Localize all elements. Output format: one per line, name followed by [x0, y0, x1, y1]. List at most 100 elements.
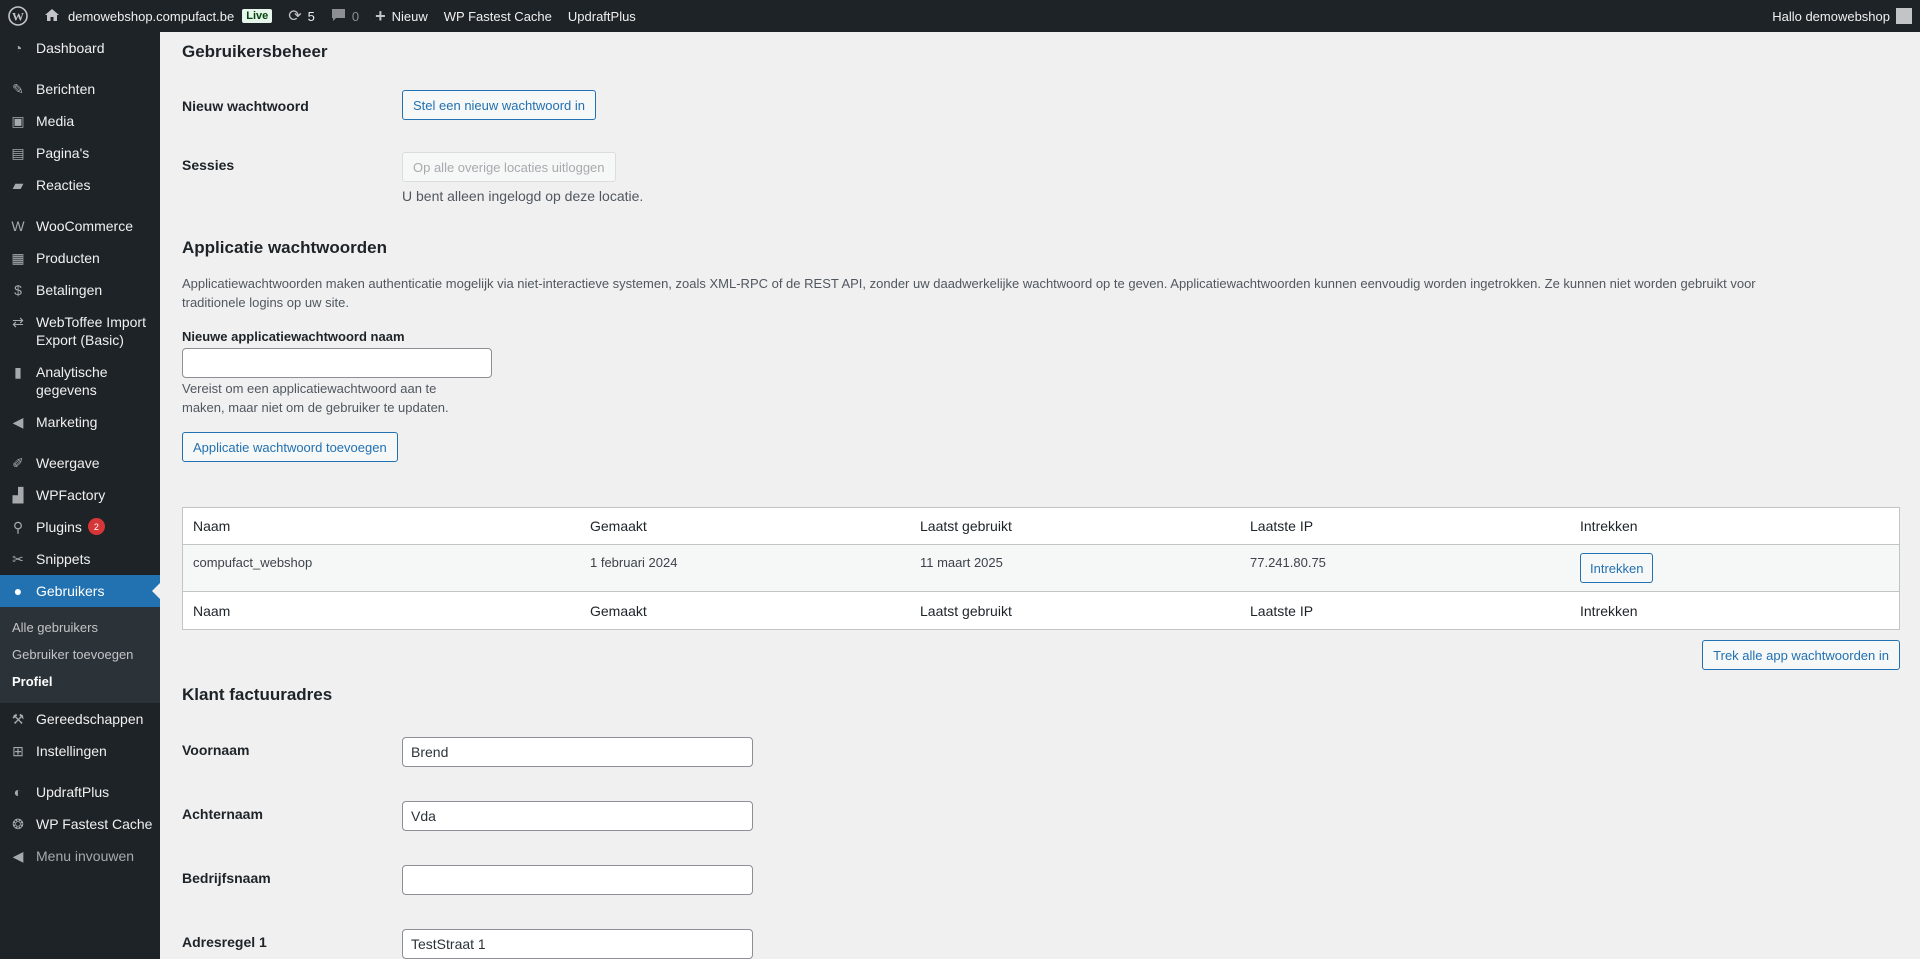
settings-icon: ⊞ [12, 743, 24, 759]
my-account-link[interactable]: Hallo demowebshop [1772, 8, 1920, 24]
column-header-name: Naam [193, 518, 231, 534]
menu-settings[interactable]: ⊞ Instellingen [0, 735, 160, 767]
plugin-icon: ⚲ [12, 519, 24, 535]
set-new-password-button[interactable]: Stel een nieuw wachtwoord in [402, 90, 596, 120]
svg-text:W: W [12, 10, 24, 24]
import-export-icon: ⇄ [12, 314, 24, 330]
column-footer-created: Gemaakt [590, 602, 647, 619]
address-line-1-input[interactable]: TestStraat 1 [402, 929, 753, 959]
column-header-last-ip: Laatste IP [1250, 518, 1314, 534]
comment-bubble-icon [331, 8, 346, 25]
address-line-1-label: Adresregel 1 [182, 934, 267, 950]
app-password-name-label: Nieuwe applicatiewachtwoord naam [182, 329, 405, 344]
menu-woocommerce[interactable]: W WooCommerce [0, 210, 160, 242]
site-name-link[interactable]: demowebshop.compufact.be Live [36, 0, 280, 32]
app-passwords-table: Naam Gemaakt Laatst gebruikt Laatste IP … [182, 507, 1900, 630]
comment-icon: ▰ [12, 177, 24, 193]
archive-icon: ▦ [11, 250, 25, 266]
greeting: Hallo demowebshop [1772, 8, 1890, 24]
menu-comments[interactable]: ▰ Reacties [0, 169, 160, 201]
company-input[interactable] [402, 865, 753, 895]
table-row: compufact_webshop 1 februari 2024 11 maa… [183, 545, 1899, 592]
factory-icon: ▟ [12, 487, 24, 503]
billing-address-title: Klant factuuradres [182, 685, 333, 704]
add-app-password-button[interactable]: Applicatie wachtwoord toevoegen [182, 432, 398, 462]
menu-marketing[interactable]: ◀ Marketing [0, 406, 160, 438]
new-password-label: Nieuw wachtwoord [182, 98, 309, 114]
comments-link[interactable]: 0 [323, 0, 367, 32]
comments-count: 0 [351, 8, 360, 24]
user-icon: ● [13, 583, 23, 599]
avatar [1896, 8, 1912, 24]
column-header-created: Gemaakt [590, 518, 647, 534]
menu-appearance[interactable]: ✐ Weergave [0, 447, 160, 479]
wordpress-logo-icon[interactable]: W [0, 0, 36, 32]
woocommerce-icon: W [11, 218, 25, 234]
wp-fastest-cache-link[interactable]: WP Fastest Cache [436, 0, 560, 32]
plus-icon: + [375, 5, 386, 26]
money-icon: $ [14, 282, 22, 298]
brush-icon: ✐ [12, 455, 24, 471]
logout-everywhere-button[interactable]: Op alle overige locaties uitloggen [402, 152, 616, 182]
menu-analytics[interactable]: ▮ Analytische gegevens [0, 356, 160, 406]
menu-products[interactable]: ▦ Producten [0, 242, 160, 274]
menu-dashboard[interactable]: ◔ Dashboard [0, 32, 160, 64]
first-name-input[interactable]: Brend [402, 737, 753, 767]
page-icon: ▤ [11, 145, 25, 161]
created-cell: 1 februari 2024 [590, 555, 678, 570]
column-footer-last-ip: Laatste IP [1250, 602, 1314, 619]
home-icon [44, 8, 60, 25]
app-password-name-input[interactable] [182, 348, 492, 378]
menu-plugins[interactable]: ⚲ Plugins 2 [0, 511, 160, 543]
pin-icon: ✎ [12, 81, 24, 97]
scissors-icon: ✂ [12, 551, 24, 567]
menu-pages[interactable]: ▤ Pagina's [0, 137, 160, 169]
new-content-link[interactable]: + Nieuw [367, 0, 436, 32]
app-passwords-description: Applicatiewachtwoorden maken authenticat… [182, 276, 1756, 310]
menu-snippets[interactable]: ✂ Snippets [0, 543, 160, 575]
first-name-label: Voornaam [182, 742, 250, 758]
profile-content: Gebruikersbeheer Nieuw wachtwoord Stel e… [160, 32, 1920, 959]
updates-count: 5 [307, 8, 315, 24]
updraft-icon: ◐ [13, 784, 23, 800]
menu-updraftplus[interactable]: ◐ UpdraftPlus [0, 776, 160, 808]
sessions-label: Sessies [182, 157, 235, 173]
revoke-cell: Intrekken [1570, 553, 1899, 583]
menu-posts[interactable]: ✎ Berichten [0, 73, 160, 105]
updraftplus-link[interactable]: UpdraftPlus [560, 0, 644, 32]
revoke-all-app-passwords-button[interactable]: Trek alle app wachtwoorden in [1702, 640, 1900, 670]
dashboard-icon: ◔ [13, 40, 23, 56]
refresh-icon: ⟳ [288, 8, 302, 25]
column-footer-revoke: Intrekken [1580, 602, 1638, 619]
menu-media[interactable]: ▣ Media [0, 105, 160, 137]
last-name-label: Achternaam [182, 806, 263, 822]
column-footer-name: Naam [193, 602, 231, 619]
menu-wp-fastest-cache[interactable]: ❂ WP Fastest Cache [0, 808, 160, 840]
submenu-all-users[interactable]: Alle gebruikers [0, 614, 160, 641]
updates-link[interactable]: ⟳ 5 [280, 0, 323, 32]
menu-collapse[interactable]: ◀ Menu invouwen [0, 840, 160, 872]
column-footer-last-used: Laatst gebruikt [920, 602, 1012, 619]
admin-bar: W demowebshop.compufact.be Live ⟳ 5 0 + … [0, 0, 1920, 32]
submenu-add-user[interactable]: Gebruiker toevoegen [0, 641, 160, 668]
users-submenu: Alle gebruikers Gebruiker toevoegen Prof… [0, 607, 160, 703]
menu-tools[interactable]: ⚒ Gereedschappen [0, 703, 160, 735]
menu-webtoffee[interactable]: ⇄ WebToffee Import Export (Basic) [0, 306, 160, 356]
menu-payments[interactable]: $ Betalingen [0, 274, 160, 306]
menu-wpfactory[interactable]: ▟ WPFactory [0, 479, 160, 511]
table-header: Naam Gemaakt Laatst gebruikt Laatste IP … [183, 508, 1899, 545]
cheetah-icon: ❂ [12, 816, 24, 832]
column-header-revoke: Intrekken [1580, 518, 1638, 534]
media-icon: ▣ [11, 113, 25, 129]
chart-icon: ▮ [14, 364, 22, 380]
submenu-profile[interactable]: Profiel [0, 668, 160, 695]
revoke-button[interactable]: Intrekken [1580, 553, 1654, 583]
last-ip-cell: 77.241.80.75 [1250, 555, 1326, 570]
account-management-title: Gebruikersbeheer [182, 42, 328, 61]
last-name-input[interactable]: Vda [402, 801, 753, 831]
admin-sidebar: ◔ Dashboard ✎ Berichten ▣ Media ▤ Pagina's ▰… [0, 32, 160, 959]
menu-users[interactable]: ● Gebruikers [0, 575, 160, 607]
plugins-update-badge: 2 [87, 518, 105, 535]
table-footer: Naam Gemaakt Laatst gebruikt Laatste IP … [183, 592, 1899, 629]
megaphone-icon: ◀ [12, 414, 24, 430]
